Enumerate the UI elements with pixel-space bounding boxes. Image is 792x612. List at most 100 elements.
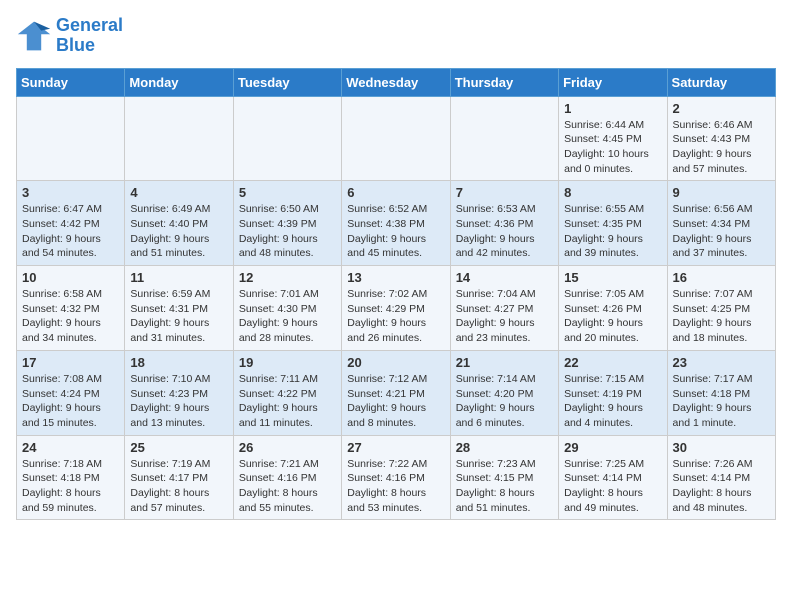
calendar-cell — [450, 96, 558, 181]
page-header: General Blue — [16, 16, 776, 56]
day-header-friday: Friday — [559, 68, 667, 96]
calendar-cell: 18 Sunrise: 7:10 AM Sunset: 4:23 PM Dayli… — [125, 350, 233, 435]
day-number: 19 — [239, 355, 336, 370]
week-row-1: 1 Sunrise: 6:44 AM Sunset: 4:45 PM Daylig… — [17, 96, 776, 181]
day-info: Sunrise: 6:59 AM Sunset: 4:31 PM Dayligh… — [130, 287, 227, 346]
calendar-header-row: SundayMondayTuesdayWednesdayThursdayFrid… — [17, 68, 776, 96]
calendar-cell: 12 Sunrise: 7:01 AM Sunset: 4:30 PM Dayli… — [233, 266, 341, 351]
day-info: Sunrise: 6:50 AM Sunset: 4:39 PM Dayligh… — [239, 202, 336, 261]
day-number: 27 — [347, 440, 444, 455]
day-number: 5 — [239, 185, 336, 200]
calendar-cell: 20 Sunrise: 7:12 AM Sunset: 4:21 PM Dayli… — [342, 350, 450, 435]
calendar-cell: 28Sunrise: 7:23 AM Sunset: 4:15 PM Dayli… — [450, 435, 558, 520]
calendar-cell: 10Sunrise: 6:58 AM Sunset: 4:32 PM Dayli… — [17, 266, 125, 351]
day-header-saturday: Saturday — [667, 68, 775, 96]
day-info: Sunrise: 6:44 AM Sunset: 4:45 PM Dayligh… — [564, 118, 661, 177]
day-number: 16 — [673, 270, 770, 285]
calendar-cell: 22Sunrise: 7:15 AM Sunset: 4:19 PM Dayli… — [559, 350, 667, 435]
day-number: 9 — [673, 185, 770, 200]
day-number: 13 — [347, 270, 444, 285]
day-number: 11 — [130, 270, 227, 285]
day-info: Sunrise: 7:22 AM Sunset: 4:16 PM Dayligh… — [347, 457, 444, 516]
calendar-cell: 3 Sunrise: 6:47 AM Sunset: 4:42 PM Daylig… — [17, 181, 125, 266]
day-header-thursday: Thursday — [450, 68, 558, 96]
calendar-cell: 5 Sunrise: 6:50 AM Sunset: 4:39 PM Daylig… — [233, 181, 341, 266]
day-header-wednesday: Wednesday — [342, 68, 450, 96]
day-number: 2 — [673, 101, 770, 116]
day-info: Sunrise: 7:15 AM Sunset: 4:19 PM Dayligh… — [564, 372, 661, 431]
calendar-cell: 9 Sunrise: 6:56 AM Sunset: 4:34 PM Daylig… — [667, 181, 775, 266]
week-row-5: 24 Sunrise: 7:18 AM Sunset: 4:18 PM Dayli… — [17, 435, 776, 520]
day-number: 20 — [347, 355, 444, 370]
calendar-cell: 13 Sunrise: 7:02 AM Sunset: 4:29 PM Dayli… — [342, 266, 450, 351]
day-number: 30 — [673, 440, 770, 455]
day-info: Sunrise: 7:04 AM Sunset: 4:27 PM Dayligh… — [456, 287, 553, 346]
day-info: Sunrise: 7:05 AM Sunset: 4:26 PM Dayligh… — [564, 287, 661, 346]
calendar-cell: 19 Sunrise: 7:11 AM Sunset: 4:22 PM Dayli… — [233, 350, 341, 435]
day-number: 26 — [239, 440, 336, 455]
logo-text-line2: Blue — [56, 36, 123, 56]
day-header-sunday: Sunday — [17, 68, 125, 96]
calendar-cell: 16 Sunrise: 7:07 AM Sunset: 4:25 PM Dayli… — [667, 266, 775, 351]
calendar-cell — [233, 96, 341, 181]
calendar-cell: 30 Sunrise: 7:26 AM Sunset: 4:14 PM Dayli… — [667, 435, 775, 520]
day-info: Sunrise: 6:53 AM Sunset: 4:36 PM Dayligh… — [456, 202, 553, 261]
calendar-cell: 24 Sunrise: 7:18 AM Sunset: 4:18 PM Dayli… — [17, 435, 125, 520]
day-number: 6 — [347, 185, 444, 200]
day-info: Sunrise: 6:55 AM Sunset: 4:35 PM Dayligh… — [564, 202, 661, 261]
day-info: Sunrise: 6:58 AM Sunset: 4:32 PM Dayligh… — [22, 287, 119, 346]
day-info: Sunrise: 6:49 AM Sunset: 4:40 PM Dayligh… — [130, 202, 227, 261]
calendar-cell: 17Sunrise: 7:08 AM Sunset: 4:24 PM Dayli… — [17, 350, 125, 435]
calendar-cell — [342, 96, 450, 181]
day-number: 18 — [130, 355, 227, 370]
day-info: Sunrise: 6:46 AM Sunset: 4:43 PM Dayligh… — [673, 118, 770, 177]
day-info: Sunrise: 7:18 AM Sunset: 4:18 PM Dayligh… — [22, 457, 119, 516]
day-info: Sunrise: 7:14 AM Sunset: 4:20 PM Dayligh… — [456, 372, 553, 431]
day-header-monday: Monday — [125, 68, 233, 96]
calendar-cell: 21Sunrise: 7:14 AM Sunset: 4:20 PM Dayli… — [450, 350, 558, 435]
day-number: 28 — [456, 440, 553, 455]
day-info: Sunrise: 7:10 AM Sunset: 4:23 PM Dayligh… — [130, 372, 227, 431]
day-number: 7 — [456, 185, 553, 200]
day-number: 24 — [22, 440, 119, 455]
day-info: Sunrise: 7:25 AM Sunset: 4:14 PM Dayligh… — [564, 457, 661, 516]
calendar-cell — [125, 96, 233, 181]
day-header-tuesday: Tuesday — [233, 68, 341, 96]
calendar-cell: 2 Sunrise: 6:46 AM Sunset: 4:43 PM Daylig… — [667, 96, 775, 181]
day-info: Sunrise: 7:12 AM Sunset: 4:21 PM Dayligh… — [347, 372, 444, 431]
day-info: Sunrise: 7:11 AM Sunset: 4:22 PM Dayligh… — [239, 372, 336, 431]
day-number: 12 — [239, 270, 336, 285]
calendar-cell: 23 Sunrise: 7:17 AM Sunset: 4:18 PM Dayli… — [667, 350, 775, 435]
calendar-cell — [17, 96, 125, 181]
day-info: Sunrise: 7:02 AM Sunset: 4:29 PM Dayligh… — [347, 287, 444, 346]
day-number: 14 — [456, 270, 553, 285]
calendar-cell: 1 Sunrise: 6:44 AM Sunset: 4:45 PM Daylig… — [559, 96, 667, 181]
calendar-cell: 7 Sunrise: 6:53 AM Sunset: 4:36 PM Daylig… — [450, 181, 558, 266]
day-info: Sunrise: 7:08 AM Sunset: 4:24 PM Dayligh… — [22, 372, 119, 431]
day-info: Sunrise: 6:47 AM Sunset: 4:42 PM Dayligh… — [22, 202, 119, 261]
calendar-cell: 14 Sunrise: 7:04 AM Sunset: 4:27 PM Dayli… — [450, 266, 558, 351]
day-number: 1 — [564, 101, 661, 116]
calendar-cell: 25Sunrise: 7:19 AM Sunset: 4:17 PM Dayli… — [125, 435, 233, 520]
day-info: Sunrise: 7:01 AM Sunset: 4:30 PM Dayligh… — [239, 287, 336, 346]
calendar-cell: 26Sunrise: 7:21 AM Sunset: 4:16 PM Dayli… — [233, 435, 341, 520]
day-number: 4 — [130, 185, 227, 200]
day-info: Sunrise: 7:19 AM Sunset: 4:17 PM Dayligh… — [130, 457, 227, 516]
week-row-3: 10Sunrise: 6:58 AM Sunset: 4:32 PM Dayli… — [17, 266, 776, 351]
day-number: 8 — [564, 185, 661, 200]
logo-icon — [16, 18, 52, 54]
day-info: Sunrise: 7:07 AM Sunset: 4:25 PM Dayligh… — [673, 287, 770, 346]
day-number: 15 — [564, 270, 661, 285]
day-number: 29 — [564, 440, 661, 455]
day-info: Sunrise: 7:26 AM Sunset: 4:14 PM Dayligh… — [673, 457, 770, 516]
day-number: 3 — [22, 185, 119, 200]
calendar-cell: 6Sunrise: 6:52 AM Sunset: 4:38 PM Daylig… — [342, 181, 450, 266]
day-info: Sunrise: 7:17 AM Sunset: 4:18 PM Dayligh… — [673, 372, 770, 431]
week-row-4: 17Sunrise: 7:08 AM Sunset: 4:24 PM Dayli… — [17, 350, 776, 435]
week-row-2: 3 Sunrise: 6:47 AM Sunset: 4:42 PM Daylig… — [17, 181, 776, 266]
day-number: 23 — [673, 355, 770, 370]
day-info: Sunrise: 6:56 AM Sunset: 4:34 PM Dayligh… — [673, 202, 770, 261]
calendar-cell: 29 Sunrise: 7:25 AM Sunset: 4:14 PM Dayli… — [559, 435, 667, 520]
logo: General Blue — [16, 16, 123, 56]
calendar-body: 1 Sunrise: 6:44 AM Sunset: 4:45 PM Daylig… — [17, 96, 776, 520]
